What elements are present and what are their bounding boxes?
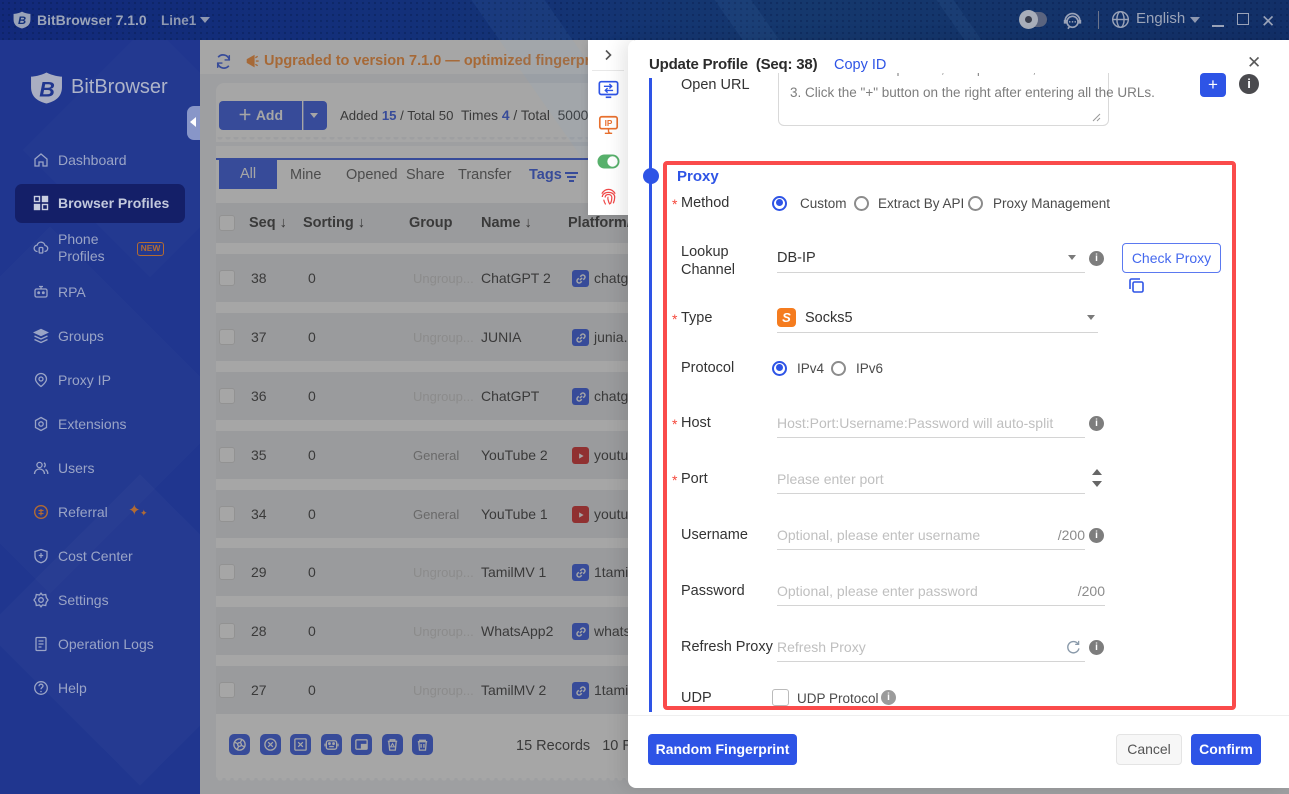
svg-text:B: B (39, 76, 55, 101)
svg-text:IP: IP (605, 119, 613, 128)
svg-text:B: B (18, 15, 26, 27)
